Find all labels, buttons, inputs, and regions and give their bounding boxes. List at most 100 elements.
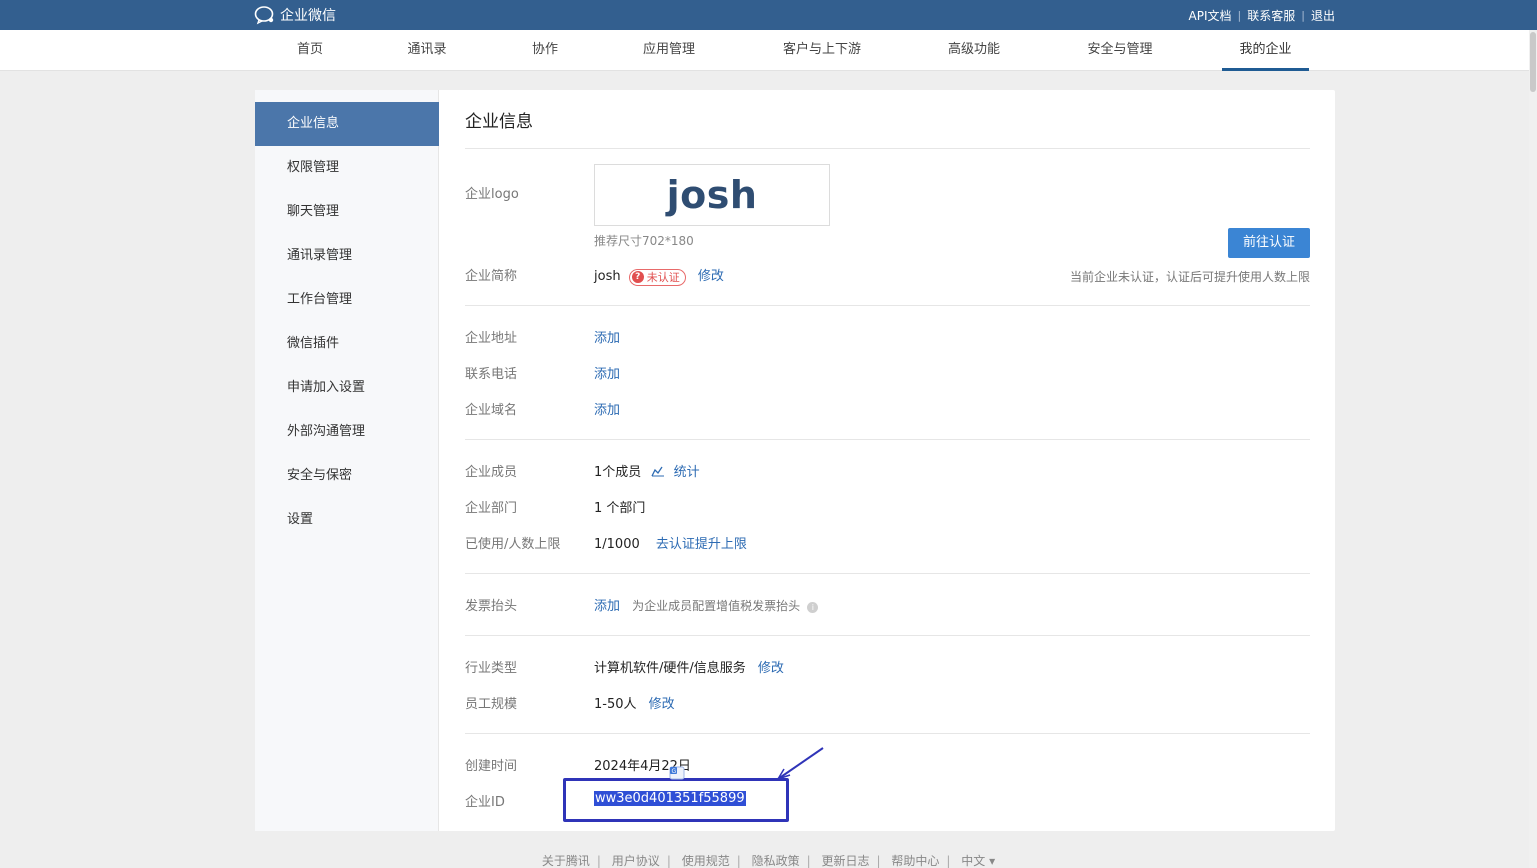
scale-row: 1-50人 修改: [594, 693, 675, 712]
short-name-label: 企业简称: [465, 269, 518, 284]
sidebar-item-workbench[interactable]: 工作台管理: [255, 278, 439, 322]
invoice-row: 添加 为企业成员配置增值税发票抬头 i: [594, 595, 819, 614]
short-name-value: josh: [594, 269, 621, 284]
add-domain-link[interactable]: 添加: [594, 399, 620, 418]
footer-about-link[interactable]: 关于腾讯: [542, 854, 590, 868]
separator: |: [1237, 9, 1242, 22]
page-title: 企业信息: [465, 112, 533, 132]
contact-support-link[interactable]: 联系客服: [1247, 7, 1295, 24]
nav-customers[interactable]: 客户与上下游: [770, 30, 874, 70]
invoice-label: 发票抬头: [465, 599, 518, 614]
add-phone-link[interactable]: 添加: [594, 363, 620, 382]
members-row: 1个成员 统计: [594, 461, 700, 480]
wecom-logo-icon: [254, 6, 274, 25]
svg-text:G: G: [672, 768, 677, 775]
sidebar: 企业信息 权限管理 聊天管理 通讯录管理 工作台管理 微信插件 申请加入设置 外…: [255, 90, 439, 831]
content-card: 企业信息 权限管理 聊天管理 通讯录管理 工作台管理 微信插件 申请加入设置 外…: [255, 90, 1335, 831]
industry-row: 计算机软件/硬件/信息服务 修改: [594, 657, 784, 676]
nav-home[interactable]: 首页: [282, 30, 338, 70]
enterprise-logo[interactable]: josh: [594, 164, 830, 226]
api-docs-link[interactable]: API文档: [1189, 7, 1232, 24]
usage-label: 已使用/人数上限: [465, 537, 561, 552]
sidebar-item-enterprise-info[interactable]: 企业信息: [255, 102, 439, 146]
scale-value: 1-50人: [594, 697, 637, 712]
separator: |: [946, 854, 951, 868]
nav-advanced[interactable]: 高级功能: [937, 30, 1011, 70]
phone-label: 联系电话: [465, 367, 518, 382]
add-address-link[interactable]: 添加: [594, 327, 620, 346]
edit-short-name-link[interactable]: 修改: [698, 269, 724, 284]
nav-contacts[interactable]: 通讯录: [398, 30, 456, 70]
sidebar-item-security[interactable]: 安全与保密: [255, 454, 439, 498]
nav-collaboration[interactable]: 协作: [516, 30, 574, 70]
footer-language-select[interactable]: 中文 ▾: [961, 854, 995, 868]
top-bar: 企业微信 API文档 | 联系客服 | 退出: [0, 0, 1537, 30]
separator: |: [596, 854, 601, 868]
scrollbar-thumb[interactable]: [1530, 32, 1536, 92]
stats-icon: [651, 466, 665, 477]
question-icon: ?: [631, 271, 644, 283]
brand[interactable]: 企业微信: [254, 5, 336, 25]
stats-link[interactable]: 统计: [674, 465, 700, 480]
logout-link[interactable]: 退出: [1311, 7, 1335, 24]
sidebar-item-settings[interactable]: 设置: [255, 498, 439, 542]
unverified-badge-text: 未认证: [646, 271, 680, 284]
industry-label: 行业类型: [465, 661, 518, 676]
corp-id-label: 企业ID: [465, 795, 505, 810]
raise-limit-link[interactable]: 去认证提升上限: [656, 537, 747, 552]
enterprise-info-panel: 企业信息 企业logo josh 推荐尺寸702*180 前往认证 当前企业未认…: [465, 90, 1310, 831]
footer: 关于腾讯 | 用户协议 | 使用规范 | 隐私政策 | 更新日志 | 帮助中心 | 中文 ▾: [0, 852, 1537, 868]
separator: |: [876, 854, 881, 868]
nav-security-management[interactable]: 安全与管理: [1076, 30, 1164, 70]
edit-industry-link[interactable]: 修改: [758, 661, 784, 676]
sidebar-item-chat[interactable]: 聊天管理: [255, 190, 439, 234]
address-label: 企业地址: [465, 331, 518, 346]
divider: [465, 573, 1310, 574]
domain-label: 企业域名: [465, 403, 518, 418]
edit-scale-link[interactable]: 修改: [649, 697, 675, 712]
logo-label: 企业logo: [465, 187, 519, 202]
separator: |: [666, 854, 671, 868]
divider: [465, 148, 1310, 149]
usage-value: 1/1000: [594, 537, 640, 552]
footer-changelog-link[interactable]: 更新日志: [821, 854, 869, 868]
departments-value: 1 个部门: [594, 501, 646, 516]
separator: |: [736, 854, 741, 868]
separator: |: [806, 854, 811, 868]
divider: [465, 439, 1310, 440]
top-links: API文档 | 联系客服 | 退出: [1189, 7, 1335, 24]
logo-size-hint: 推荐尺寸702*180: [594, 234, 694, 248]
annotation-arrow-icon: [777, 747, 824, 780]
footer-rules-link[interactable]: 使用规范: [682, 854, 730, 868]
unverified-badge[interactable]: ? 未认证: [628, 268, 686, 286]
industry-value: 计算机软件/硬件/信息服务: [594, 661, 746, 676]
members-value: 1个成员: [594, 465, 642, 480]
sidebar-item-external[interactable]: 外部沟通管理: [255, 410, 439, 454]
short-name-row: josh ? 未认证 修改: [594, 265, 724, 286]
brand-name: 企业微信: [280, 8, 336, 24]
footer-help-link[interactable]: 帮助中心: [891, 854, 939, 868]
annotation-highlight-box: [563, 778, 789, 822]
divider: [465, 305, 1310, 306]
sidebar-item-permissions[interactable]: 权限管理: [255, 146, 439, 190]
scale-label: 员工规模: [465, 697, 518, 712]
members-label: 企业成员: [465, 465, 518, 480]
divider: [465, 733, 1310, 734]
page-scrollbar[interactable]: [1529, 30, 1537, 868]
sidebar-item-join-settings[interactable]: 申请加入设置: [255, 366, 439, 410]
divider: [465, 635, 1310, 636]
departments-label: 企业部门: [465, 501, 518, 516]
created-label: 创建时间: [465, 759, 518, 774]
sidebar-item-wechat-plugin[interactable]: 微信插件: [255, 322, 439, 366]
nav-my-enterprise[interactable]: 我的企业: [1222, 30, 1309, 71]
separator: |: [1301, 9, 1305, 22]
usage-row: 1/1000 去认证提升上限: [594, 533, 747, 552]
footer-privacy-link[interactable]: 隐私政策: [752, 854, 800, 868]
add-invoice-link[interactable]: 添加: [594, 599, 620, 614]
info-icon[interactable]: i: [807, 602, 819, 613]
verify-button[interactable]: 前往认证: [1228, 228, 1310, 258]
translate-icon[interactable]: G: [667, 764, 691, 784]
footer-agreement-link[interactable]: 用户协议: [612, 854, 660, 868]
sidebar-item-contacts[interactable]: 通讯录管理: [255, 234, 439, 278]
nav-app-management[interactable]: 应用管理: [632, 30, 706, 70]
